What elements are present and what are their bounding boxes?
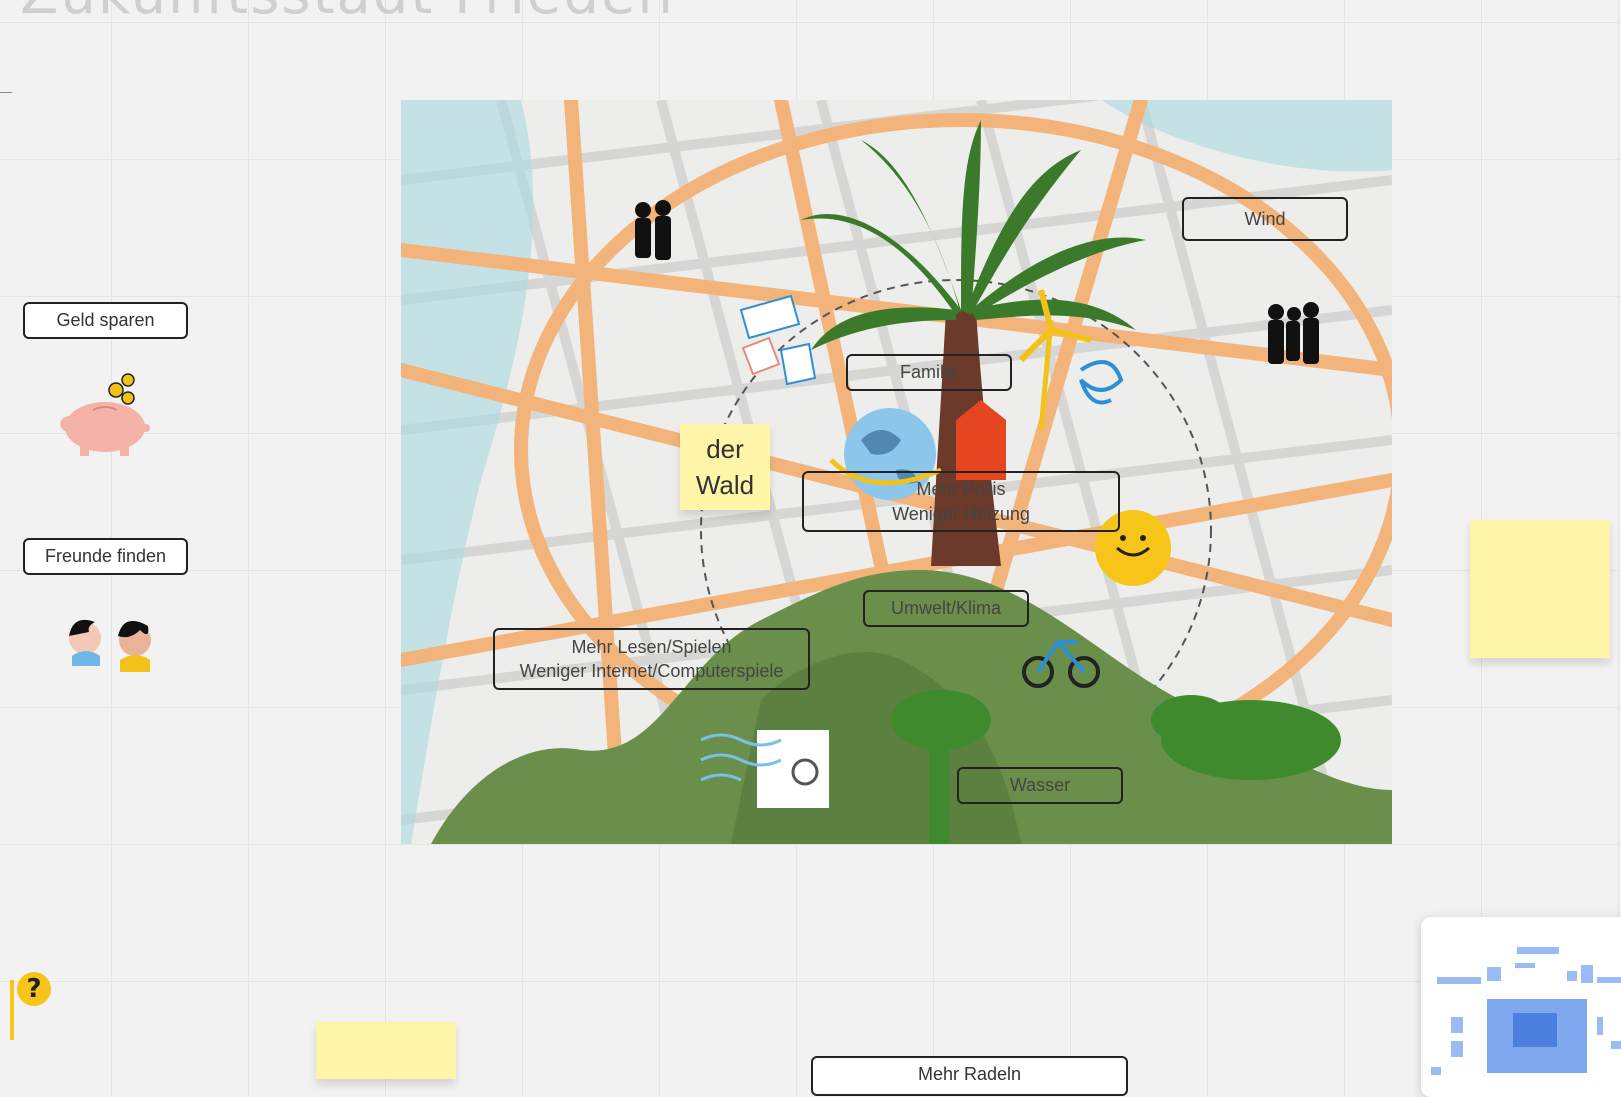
- tag-mehr-radeln-label: Mehr Radeln: [917, 1064, 1022, 1084]
- tag-wind[interactable]: Wind: [1182, 197, 1348, 241]
- tag-freunde-finden[interactable]: Freunde finden: [23, 538, 188, 575]
- tag-umwelt-klima-label: Umwelt/Klima: [890, 598, 1001, 619]
- tag-mehr-pullis[interactable]: Mehr Pullis Weniger Heizung: [802, 471, 1120, 532]
- help-icon[interactable]: ?: [17, 972, 51, 1006]
- tag-wind-label: Wind: [1244, 208, 1286, 229]
- tag-mehr-lesen[interactable]: Mehr Lesen/Spielen Weniger Internet/Comp…: [493, 628, 810, 690]
- tag-familie[interactable]: Familie: [846, 354, 1012, 391]
- tag-wasser-label: Wasser: [1009, 775, 1071, 796]
- tag-geld-sparen[interactable]: Geld sparen: [23, 302, 188, 339]
- tag-mehr-pullis-line1: Mehr Pullis: [916, 479, 1006, 500]
- tag-mehr-pullis-line2: Weniger Heizung: [892, 503, 1030, 524]
- minimap-overview: [1431, 947, 1621, 1075]
- tag-mehr-lesen-line2: Weniger Internet/Computerspiele: [519, 661, 784, 681]
- title-divider: [0, 92, 12, 93]
- tag-geld-sparen-label: Geld sparen: [56, 310, 155, 331]
- sticky-wald-line1: der: [706, 434, 744, 464]
- piggy-bank-icon[interactable]: [48, 372, 163, 462]
- tag-wasser[interactable]: Wasser: [957, 767, 1123, 804]
- help-icon-symbol: ?: [26, 974, 42, 1004]
- tag-umwelt-klima[interactable]: Umwelt/Klima: [863, 590, 1029, 627]
- sticky-note-empty-bottom[interactable]: [316, 1022, 456, 1079]
- tag-freunde-finden-label: Freunde finden: [44, 546, 167, 567]
- tag-mehr-lesen-line1: Mehr Lesen/Spielen: [571, 636, 732, 657]
- board-minimap[interactable]: [1421, 917, 1621, 1097]
- sticky-note-der-wald-text: der Wald: [680, 424, 770, 510]
- sticky-wald-line2: Wald: [695, 470, 755, 500]
- sticky-note-empty-right[interactable]: [1470, 520, 1610, 658]
- friends-icon[interactable]: [50, 608, 165, 680]
- board-title: Zukunftsstadt Frieden: [20, 0, 675, 27]
- help-bar: [10, 980, 14, 1040]
- tag-familie-label: Familie: [899, 362, 958, 383]
- tag-mehr-radeln[interactable]: Mehr Radeln: [811, 1056, 1128, 1096]
